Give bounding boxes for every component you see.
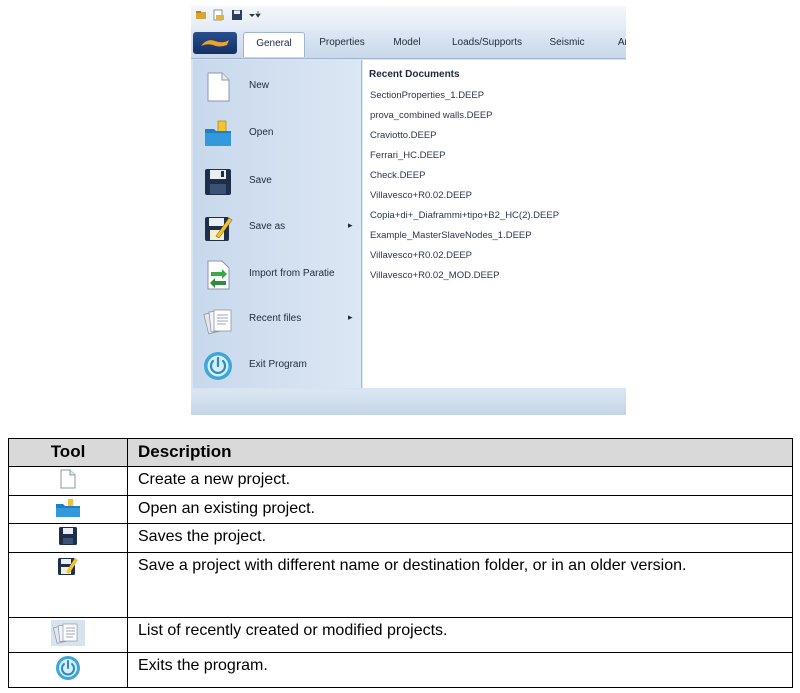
menu-item-label: Recent files [249,313,302,324]
recent-document-item[interactable]: Ferrari_HC.DEEP [370,150,446,161]
description-cell: Create a new project. [127,465,793,496]
tab-seismic[interactable]: Seismic [541,32,593,56]
description-cell: Save a project with different name or de… [127,552,793,618]
recent-document-item[interactable]: Villavesco+R0.02.DEEP [370,250,472,261]
recent-document-item[interactable]: Villavesco+R0.02_MOD.DEEP [370,270,499,281]
open-folder-icon [56,498,80,517]
tab-properties[interactable]: Properties [309,32,375,56]
menu-item-label: Import from Paratie [249,268,335,279]
power-icon [204,352,232,380]
recent-document-item[interactable]: Example_MasterSlaveNodes_1.DEEP [370,230,532,241]
menu-item-label: Save as [249,221,286,232]
menu-item-label: New [249,80,270,91]
tool-cell [8,494,128,525]
tab-loads-supports[interactable]: Loads/Supports [439,32,535,56]
status-bar [191,390,626,415]
customize-dropdown-icon[interactable] [247,9,261,21]
recent-documents-panel: Recent Documents SectionProperties_1.DEE… [363,60,626,388]
column-header-tool: Tool [8,438,128,467]
recent-document-item[interactable]: SectionProperties_1.DEEP [370,90,484,101]
recent-document-item[interactable]: prova_combined walls.DEEP [370,110,493,121]
tool-cell [8,552,128,618]
recent-document-item[interactable]: Check.DEEP [370,170,425,181]
tool-cell [8,523,128,554]
description-cell: List of recently created or modified pro… [127,616,793,653]
tool-cell [8,616,128,653]
menu-item-save-as[interactable]: Save as ▸ [193,206,361,250]
menu-item-save[interactable]: Save [193,160,361,204]
save-small-icon[interactable] [231,9,243,21]
recent-document-item[interactable]: Copia+di+_Diaframmi+tipo+B2_HC(2).DEEP [370,210,559,221]
recent-document-item[interactable]: Villavesco+R0.02.DEEP [370,190,472,201]
menu-item-open[interactable]: Open [193,112,361,156]
table-row: Saves the project. [8,523,793,554]
ribbon-tab-bar: General Properties Model Loads/Supports … [191,30,626,59]
submenu-arrow-icon: ▸ [348,312,353,322]
application-menu-commands: New Open Save Save as ▸ Import from Para… [193,60,362,388]
tool-cell [8,465,128,496]
menu-item-label: Open [249,127,274,138]
save-as-icon [205,217,233,241]
tool-description-table: Tool Description Create a new project. O… [8,438,793,689]
table-row: Exits the program. [8,651,793,689]
column-header-description: Description [127,438,793,467]
app-logo-icon [201,40,229,47]
table-row: Open an existing project. [8,494,793,525]
menu-item-new[interactable]: New [193,65,361,109]
menu-screenshot: General Properties Model Loads/Supports … [191,6,626,415]
app-small-icon[interactable] [195,9,207,21]
new-document-icon [207,72,230,102]
menu-item-recent-files[interactable]: Recent files ▸ [193,298,361,342]
tab-general[interactable]: General [243,32,305,57]
recent-files-icon [203,309,232,335]
floppy-disk-icon [59,527,77,546]
quick-access-toolbar [191,6,626,30]
menu-item-import-from-paratie[interactable]: Import from Paratie [193,253,361,297]
new-document-icon [60,469,76,489]
description-cell: Open an existing project. [127,494,793,525]
submenu-arrow-icon: ▸ [348,220,353,230]
menu-item-label: Exit Program [249,359,307,370]
tool-cell [8,651,128,689]
save-as-icon [58,558,78,576]
open-small-icon[interactable] [213,9,225,21]
menu-item-label: Save [249,175,272,186]
table-header-row: Tool Description [8,438,793,467]
recent-documents-title: Recent Documents [369,69,460,80]
table-row: Create a new project. [8,465,793,496]
menu-item-exit-program[interactable]: Exit Program [193,344,361,388]
power-icon [56,655,80,680]
application-button[interactable] [193,32,237,54]
description-cell: Saves the project. [127,523,793,554]
open-folder-icon [205,120,231,146]
import-icon [207,260,230,290]
description-cell: Exits the program. [127,651,793,689]
tab-analysis[interactable]: An [609,32,626,56]
floppy-disk-icon [205,169,231,195]
table-row: Save a project with different name or de… [8,552,793,618]
tab-model[interactable]: Model [381,32,433,56]
recent-document-item[interactable]: Craviotto.DEEP [370,130,437,141]
table-row: List of recently created or modified pro… [8,616,793,653]
recent-files-icon [51,619,85,646]
